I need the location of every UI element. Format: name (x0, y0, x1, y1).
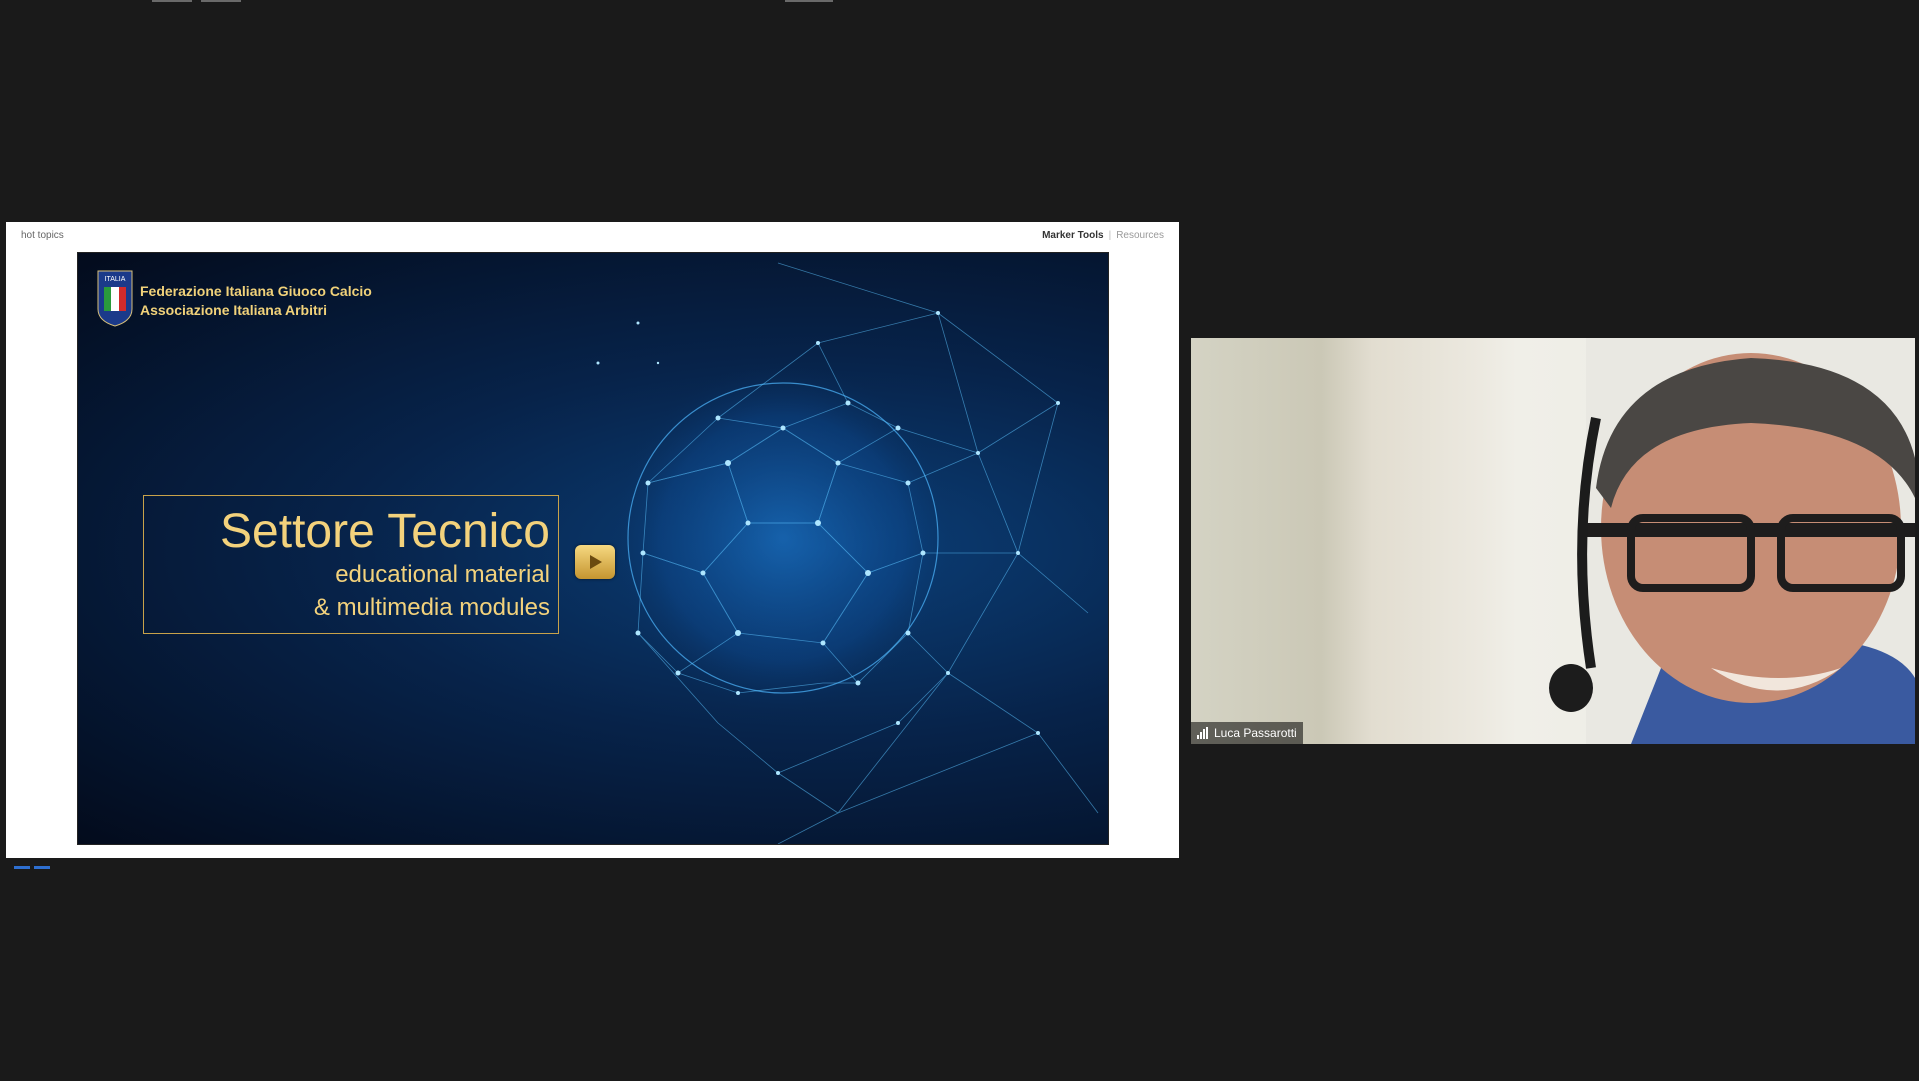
top-tab-indicator (785, 0, 833, 2)
participant-video-feed (1549, 338, 1915, 744)
org-line-2: Associazione Italiana Arbitri (140, 302, 327, 318)
slide-subtitle-line-1: educational material (335, 561, 550, 588)
slide-title-box: Settore Tecnico educational material & m… (143, 495, 559, 634)
slide-title: Settore Tecnico (220, 505, 550, 558)
participant-name: Luca Passarotti (1214, 726, 1297, 740)
play-icon[interactable] (575, 545, 615, 579)
resources-link[interactable]: Resources (1116, 230, 1164, 241)
signal-icon (1197, 727, 1209, 739)
organization-name: Federazione Italiana Giuoco Calcio Assoc… (140, 282, 372, 320)
header-divider: | (1108, 230, 1112, 241)
participant-name-tag: Luca Passarotti (1191, 722, 1303, 744)
presentation-slide: ITALIA Federazione Italiana Giuoco Calci… (77, 252, 1109, 845)
slide-subtitle-line-2: & multimedia modules (313, 594, 550, 621)
marker-tools-link[interactable]: Marker Tools (1042, 230, 1104, 241)
footer-icon[interactable] (14, 866, 30, 869)
org-line-1: Federazione Italiana Giuoco Calcio (140, 283, 372, 299)
shared-screen: hot topics Marker Tools | Resources ITAL… (6, 222, 1179, 869)
header-tools: Marker Tools | Resources (1042, 230, 1164, 241)
svg-text:ITALIA: ITALIA (105, 276, 126, 283)
share-footer-icons (14, 856, 54, 874)
share-header: hot topics Marker Tools | Resources (6, 222, 1179, 250)
participant-video-tile[interactable]: Luca Passarotti (1191, 338, 1915, 744)
section-title: hot topics (21, 230, 64, 241)
top-tab-indicator (201, 0, 241, 2)
top-tab-indicator (152, 0, 192, 2)
footer-icon[interactable] (34, 866, 50, 869)
figc-shield-icon: ITALIA (97, 270, 133, 327)
